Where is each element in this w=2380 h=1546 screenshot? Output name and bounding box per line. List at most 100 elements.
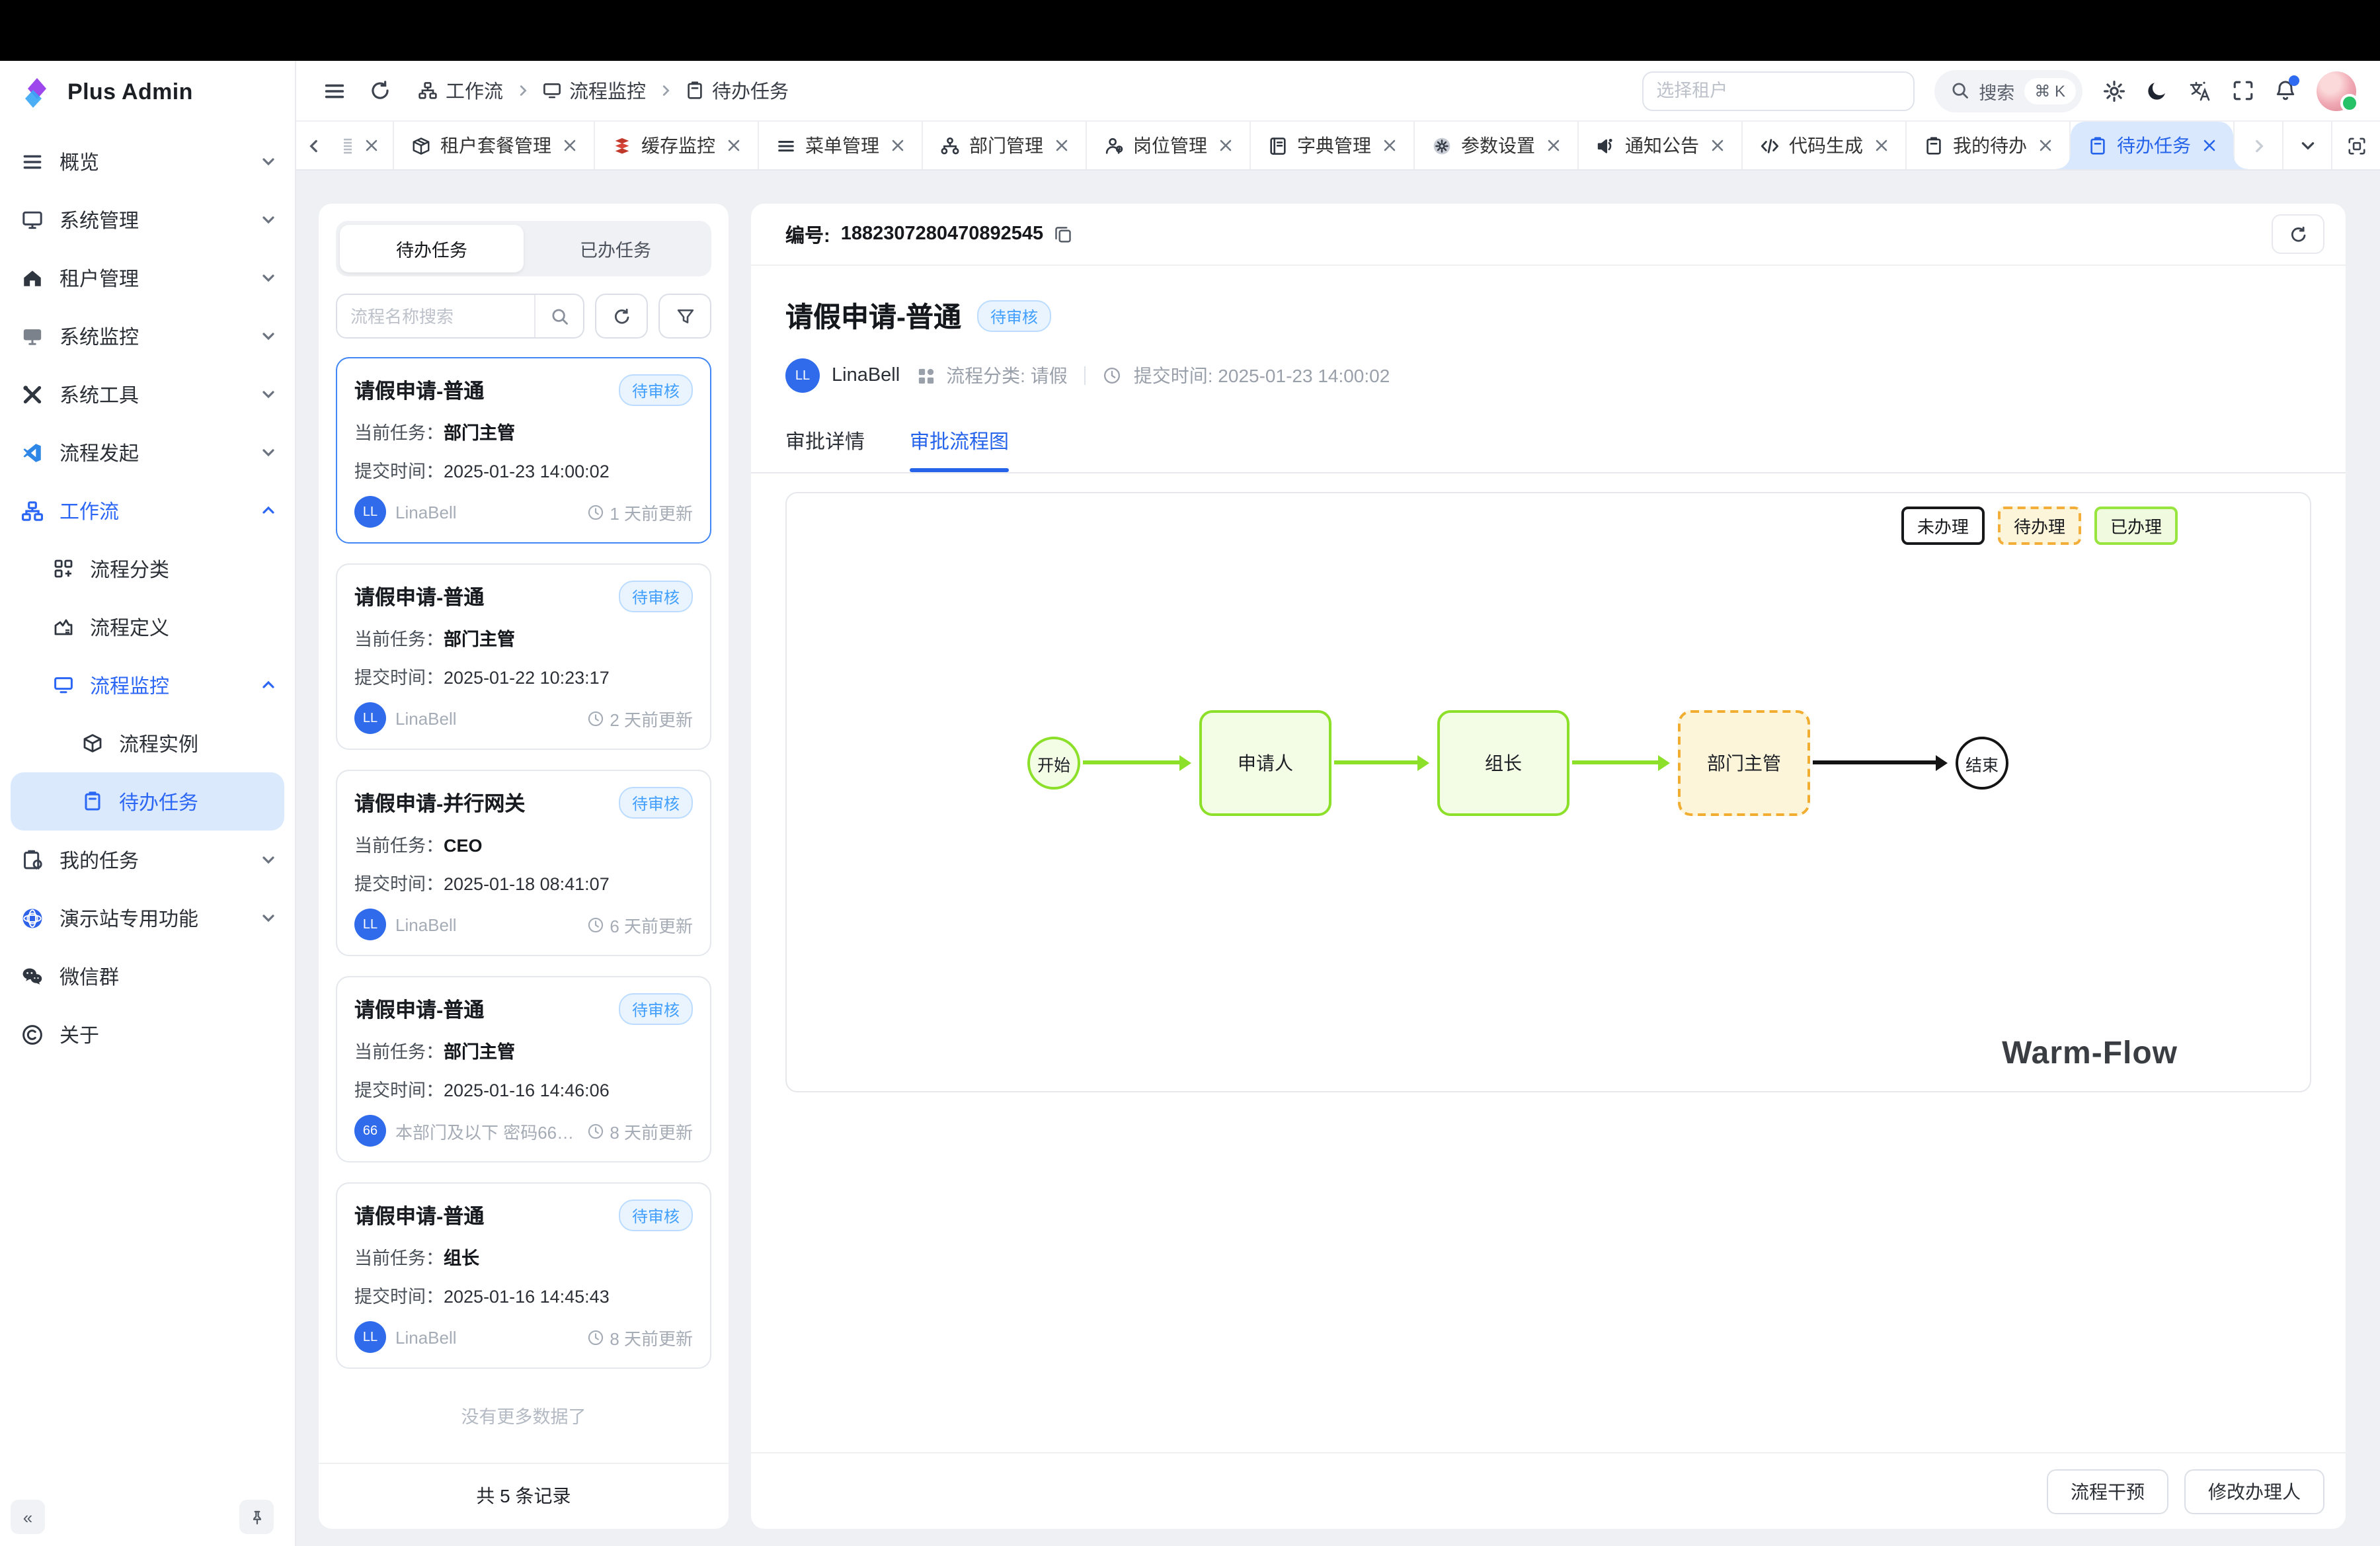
sidebar-item-about[interactable]: 关于 xyxy=(0,1005,295,1063)
tab-tenant-package[interactable]: 租户套餐管理 xyxy=(394,122,595,169)
legend-not-started: 未办理 xyxy=(1901,507,1985,545)
tab-close-icon[interactable] xyxy=(2203,139,2216,152)
status-badge: 待审核 xyxy=(619,581,693,612)
tab-close-icon[interactable] xyxy=(364,139,377,152)
tab-department-management[interactable]: 部门管理 xyxy=(923,122,1087,169)
search-icon[interactable] xyxy=(534,295,583,337)
dark-mode-moon-icon[interactable] xyxy=(2146,79,2168,102)
settings-gear-icon[interactable] xyxy=(2102,79,2126,102)
task-card[interactable]: 请假申请-普通待审核 当前任务：部门主管 提交时间：2025-01-23 14:… xyxy=(336,357,711,544)
task-refresh-button[interactable] xyxy=(595,294,648,339)
tab-close-icon[interactable] xyxy=(1875,139,1888,152)
change-assignee-button[interactable]: 修改办理人 xyxy=(2184,1469,2324,1514)
task-card[interactable]: 请假申请-普通待审核 当前任务：部门主管 提交时间：2025-01-22 10:… xyxy=(336,563,711,750)
tab-close-icon[interactable] xyxy=(1383,139,1396,152)
global-search[interactable]: 搜索 ⌘ K xyxy=(1934,69,2082,112)
tab-todo[interactable]: 待办任务 xyxy=(340,225,524,272)
refresh-icon[interactable] xyxy=(369,79,391,102)
initiator-name: LinaBell xyxy=(395,915,578,934)
process-title: 请假申请-普通 xyxy=(785,296,961,336)
sidebar-item-todo-tasks[interactable]: 待办任务 xyxy=(11,772,284,831)
tab-close-icon[interactable] xyxy=(563,139,576,152)
sidebar-item-overview[interactable]: 概览 xyxy=(0,132,295,190)
process-intervene-button[interactable]: 流程干预 xyxy=(2047,1469,2168,1514)
pin-icon[interactable] xyxy=(239,1500,274,1534)
sidebar-item-process-category[interactable]: 流程分类 xyxy=(0,540,295,598)
tab-bar: 租户套餐管理 缓存监控 菜单管理 部门管理 岗位管理 字典管理 xyxy=(296,122,2380,171)
sidebar-item-system-monitor[interactable]: 系统监控 xyxy=(0,307,295,365)
collapse-menu-icon[interactable] xyxy=(323,79,346,102)
notification-badge xyxy=(2289,75,2299,86)
tab-close-icon[interactable] xyxy=(1055,139,1068,152)
flow-node-applicant: 申请人 xyxy=(1199,710,1331,816)
tab-post-management[interactable]: 岗位管理 xyxy=(1087,122,1251,169)
user-avatar[interactable] xyxy=(2317,71,2356,110)
tools-icon xyxy=(21,383,44,405)
task-segmented-tabs: 待办任务 已办任务 xyxy=(336,221,711,276)
status-badge: 待审核 xyxy=(619,1200,693,1231)
legend-done: 已办理 xyxy=(2094,507,2178,545)
sidebar-item-system-management[interactable]: 系统管理 xyxy=(0,190,295,249)
process-start-icon xyxy=(21,441,44,464)
language-translate-icon[interactable] xyxy=(2188,79,2212,102)
sidebar-item-process-definition[interactable]: 流程定义 xyxy=(0,598,295,656)
clipboard-icon xyxy=(82,791,103,812)
tab-close-icon[interactable] xyxy=(891,139,904,152)
tab-close-icon[interactable] xyxy=(2039,139,2052,152)
monitor-icon xyxy=(541,81,561,101)
tab-notice[interactable]: 通知公告 xyxy=(1579,122,1743,169)
tab-menu-management[interactable]: 菜单管理 xyxy=(759,122,923,169)
tab-approval-flowchart[interactable]: 审批流程图 xyxy=(910,427,1009,472)
tab-approval-detail[interactable]: 审批详情 xyxy=(785,427,865,472)
tab-close-icon[interactable] xyxy=(1547,139,1560,152)
task-card[interactable]: 请假申请-普通待审核 当前任务：部门主管 提交时间：2025-01-16 14:… xyxy=(336,976,711,1162)
chevron-down-icon xyxy=(260,910,276,926)
copy-icon[interactable] xyxy=(1054,225,1072,243)
sidebar-item-wechat-group[interactable]: 微信群 xyxy=(0,947,295,1005)
legend-pending: 待办理 xyxy=(1998,507,2081,545)
sidebar-item-process-monitor[interactable]: 流程监控 xyxy=(0,656,295,714)
tab-dict-management[interactable]: 字典管理 xyxy=(1251,122,1415,169)
tab-param-settings[interactable]: 参数设置 xyxy=(1415,122,1579,169)
tab-code-gen[interactable]: 代码生成 xyxy=(1743,122,1907,169)
tabs-dropdown-icon[interactable] xyxy=(2282,122,2331,169)
notifications-bell-icon[interactable] xyxy=(2274,79,2297,102)
breadcrumb-todo-tasks[interactable]: 待办任务 xyxy=(684,77,789,104)
process-meta: LL LinaBell 流程分类: 请假 提交时间: 2025-01-23 14… xyxy=(785,358,2311,393)
task-card[interactable]: 请假申请-并行网关待审核 当前任务：CEO 提交时间：2025-01-18 08… xyxy=(336,770,711,956)
sidebar-item-process-instance[interactable]: 流程实例 xyxy=(0,714,295,772)
tab-cache-monitor[interactable]: 缓存监控 xyxy=(595,122,759,169)
tabs-scroll-left-icon[interactable] xyxy=(296,122,331,169)
content-fullscreen-icon[interactable] xyxy=(2331,122,2380,169)
avatar: LL xyxy=(354,702,386,734)
sidebar-item-tenant-management[interactable]: 租户管理 xyxy=(0,249,295,307)
tab-todo-tasks[interactable]: 待办任务 xyxy=(2071,122,2233,169)
breadcrumb-process-monitor[interactable]: 流程监控 xyxy=(541,77,646,104)
detail-refresh-button[interactable] xyxy=(2272,214,2324,254)
flow-node-start: 开始 xyxy=(1027,737,1080,790)
process-category: 流程分类: 请假 xyxy=(946,362,1068,389)
fullscreen-icon[interactable] xyxy=(2232,79,2254,102)
breadcrumb-workflow[interactable]: 工作流 xyxy=(418,77,503,104)
task-filter-button[interactable] xyxy=(658,294,711,339)
sidebar-item-process-start[interactable]: 流程发起 xyxy=(0,423,295,481)
sidebar: Plus Admin 概览 系统管理 租户管理 系统监控 xyxy=(0,61,296,1546)
tab-close-icon[interactable] xyxy=(727,139,740,152)
tab-my-todo[interactable]: 我的待办 xyxy=(1907,122,2071,169)
brand[interactable]: Plus Admin xyxy=(0,61,295,124)
task-card[interactable]: 请假申请-普通待审核 当前任务：组长 提交时间：2025-01-16 14:45… xyxy=(336,1182,711,1369)
updated-time: 8 天前更新 xyxy=(587,1118,693,1143)
task-card-list: 请假申请-普通待审核 当前任务：部门主管 提交时间：2025-01-23 14:… xyxy=(319,339,729,1463)
tab-clipped[interactable] xyxy=(331,122,394,169)
grid-icon xyxy=(53,558,74,579)
sidebar-collapse-button[interactable]: « xyxy=(11,1500,45,1534)
sidebar-item-workflow[interactable]: 工作流 xyxy=(0,481,295,540)
tab-done[interactable]: 已办任务 xyxy=(524,225,707,272)
tenant-select[interactable] xyxy=(1642,71,1914,110)
sidebar-item-demo-features[interactable]: 演示站专用功能 xyxy=(0,889,295,947)
sidebar-item-my-tasks[interactable]: 我的任务 xyxy=(0,831,295,889)
tab-close-icon[interactable] xyxy=(1711,139,1724,152)
task-search-input[interactable] xyxy=(337,295,534,337)
sidebar-item-system-tools[interactable]: 系统工具 xyxy=(0,365,295,423)
tab-close-icon[interactable] xyxy=(1219,139,1232,152)
